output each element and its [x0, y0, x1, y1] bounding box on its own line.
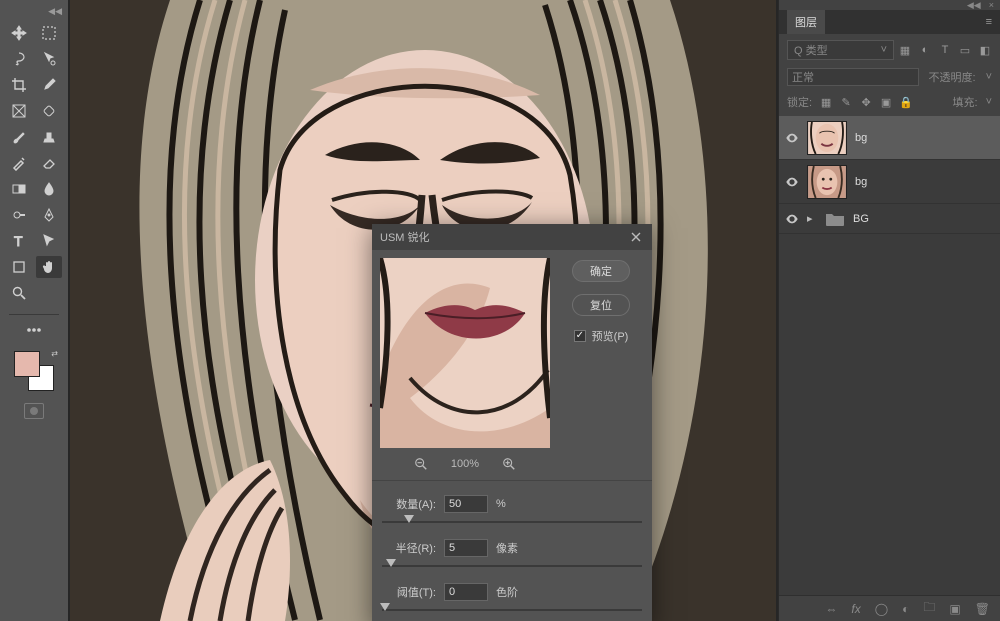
amount-input[interactable] — [444, 495, 488, 513]
radius-unit: 像素 — [496, 540, 526, 556]
svg-text:T: T — [14, 233, 23, 249]
hand-tool[interactable] — [36, 256, 62, 278]
history-brush-tool[interactable] — [6, 152, 32, 174]
panel-menu-icon[interactable]: ≡ — [986, 16, 992, 28]
delete-layer-icon[interactable]: 🗑 — [975, 602, 990, 616]
lock-label: 锁定: — [787, 94, 812, 110]
filter-adjust-icon[interactable]: ◐ — [918, 43, 932, 57]
gradient-tool[interactable] — [6, 178, 32, 200]
color-swatches[interactable]: ⇄ — [14, 351, 54, 391]
pen-tool[interactable] — [36, 204, 62, 226]
preview-checkbox[interactable]: ✓ — [574, 330, 586, 342]
opacity-label: 不透明度: — [929, 69, 976, 85]
fill-label: 填充: — [953, 94, 978, 110]
lock-brush-icon[interactable]: ✎ — [840, 96, 852, 108]
layer-fx-icon[interactable]: fx — [851, 602, 860, 616]
quick-select-tool[interactable] — [36, 48, 62, 70]
shape-tool[interactable] — [6, 256, 32, 278]
radius-input[interactable] — [444, 539, 488, 557]
left-toolbar: ◀◀ T ⇄ — [0, 0, 68, 621]
layer-row[interactable]: bg — [779, 160, 1000, 204]
layer-name[interactable]: bg — [855, 132, 994, 144]
preview-checkbox-row[interactable]: ✓ 预览(P) — [574, 328, 629, 344]
layer-row[interactable]: bg — [779, 116, 1000, 160]
marquee-tool[interactable] — [36, 22, 62, 44]
eraser-tool[interactable] — [36, 152, 62, 174]
lasso-tool[interactable] — [6, 48, 32, 70]
layers-panel-header: 图层 ≡ — [779, 10, 1000, 34]
toolbar-collapse[interactable]: ◀◀ — [0, 6, 68, 16]
dialog-titlebar[interactable]: USM 锐化 — [372, 224, 652, 250]
close-icon[interactable] — [628, 229, 644, 245]
layer-thumbnail[interactable] — [807, 121, 847, 155]
document-canvas[interactable]: USM 锐化 — [70, 0, 776, 621]
threshold-label: 阈值(T): — [382, 584, 436, 600]
layers-list: bg bg ▸ BG — [779, 116, 1000, 595]
zoom-tool[interactable] — [6, 282, 32, 304]
panel-collapse-icon[interactable]: ◀◀ — [967, 0, 981, 10]
type-tool[interactable]: T — [6, 230, 32, 252]
zoom-out-icon[interactable] — [413, 456, 429, 472]
preview-label: 预览(P) — [592, 328, 629, 344]
ok-button[interactable]: 确定 — [572, 260, 630, 282]
folder-icon — [825, 211, 845, 227]
filter-smart-icon[interactable]: ◧ — [978, 43, 992, 57]
move-tool[interactable] — [6, 22, 32, 44]
amount-label: 数量(A): — [382, 496, 436, 512]
layer-search[interactable]: Q 类型 ˅ — [787, 40, 894, 60]
visibility-icon[interactable] — [785, 212, 799, 226]
new-layer-icon[interactable]: ▣ — [949, 602, 960, 616]
swap-colors-icon[interactable]: ⇄ — [51, 349, 58, 358]
frame-tool[interactable] — [6, 100, 32, 122]
filter-shape-icon[interactable]: ▭ — [958, 43, 972, 57]
healing-brush-tool[interactable] — [36, 100, 62, 122]
link-layers-icon[interactable]: ⇔ — [825, 602, 837, 616]
dialog-title-text: USM 锐化 — [380, 229, 430, 245]
blend-mode-select[interactable]: 正常 — [787, 68, 919, 86]
radius-label: 半径(R): — [382, 540, 436, 556]
threshold-unit: 色阶 — [496, 584, 526, 600]
layer-row[interactable]: ▸ BG — [779, 204, 1000, 234]
threshold-slider[interactable] — [382, 603, 642, 617]
layer-mask-icon[interactable]: ◯ — [875, 602, 888, 616]
layer-name[interactable]: bg — [855, 176, 994, 188]
dialog-preview[interactable] — [380, 258, 550, 448]
path-select-tool[interactable] — [36, 230, 62, 252]
reset-button[interactable]: 复位 — [572, 294, 630, 316]
lock-artboard-icon[interactable]: ▣ — [880, 96, 892, 108]
foreground-color[interactable] — [14, 351, 40, 377]
adjustment-layer-icon[interactable]: ◐ — [902, 602, 909, 616]
eyedropper-tool[interactable] — [36, 74, 62, 96]
lock-position-icon[interactable]: ✥ — [860, 96, 872, 108]
crop-tool[interactable] — [6, 74, 32, 96]
radius-slider[interactable] — [382, 559, 642, 573]
clone-stamp-tool[interactable] — [36, 126, 62, 148]
visibility-icon[interactable] — [785, 131, 799, 145]
zoom-level: 100% — [451, 458, 479, 470]
brush-tool[interactable] — [6, 126, 32, 148]
quick-mask-button[interactable] — [24, 403, 44, 419]
amount-unit: % — [496, 498, 526, 510]
lock-pixels-icon[interactable]: ▦ — [820, 96, 832, 108]
filter-image-icon[interactable]: ▦ — [898, 43, 912, 57]
blur-tool[interactable] — [36, 178, 62, 200]
layers-panel-footer: ⇔ fx ◯ ◐ 🗀 ▣ 🗑 — [779, 595, 1000, 621]
layer-name[interactable]: BG — [853, 213, 994, 225]
more-tools[interactable] — [23, 319, 45, 341]
right-panels: ◀◀× 图层 ≡ Q 类型 ˅ ▦ ◐ T ▭ ◧ 正常 不透明度: ˅ 锁 — [778, 0, 1000, 621]
canvas-area: USM 锐化 — [68, 0, 778, 621]
dodge-tool[interactable] — [6, 204, 32, 226]
new-group-icon[interactable]: 🗀 — [923, 598, 935, 619]
group-expand-icon[interactable]: ▸ — [807, 212, 817, 225]
zoom-in-icon[interactable] — [501, 456, 517, 472]
usm-sharpen-dialog: USM 锐化 — [372, 224, 652, 621]
amount-slider[interactable] — [382, 515, 642, 529]
lock-all-icon[interactable]: 🔒 — [900, 96, 912, 108]
visibility-icon[interactable] — [785, 175, 799, 189]
filter-type-icon[interactable]: T — [938, 43, 952, 57]
threshold-input[interactable] — [444, 583, 488, 601]
layer-thumbnail[interactable] — [807, 165, 847, 199]
layers-tab[interactable]: 图层 — [787, 10, 825, 34]
